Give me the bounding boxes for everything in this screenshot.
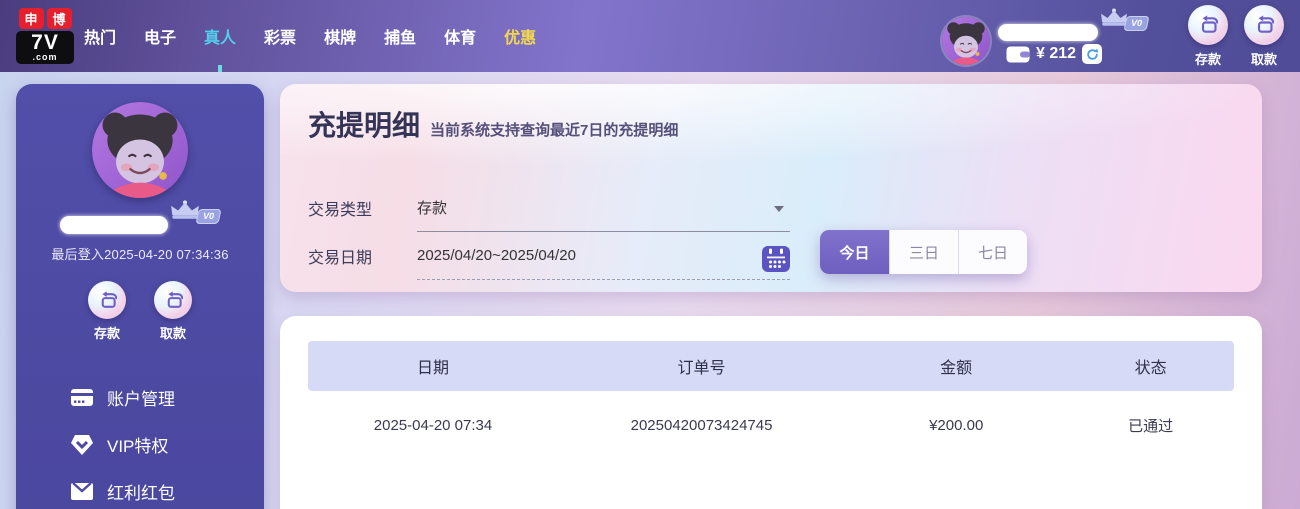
vip-level-badge: V0 <box>1123 16 1150 31</box>
avatar-image <box>92 102 188 198</box>
filters: 交易类型 存款 交易日期 2025/04/20~2025/04/20 <box>308 184 1234 280</box>
deposit-label: 存款 <box>93 326 120 341</box>
transaction-type-row: 交易类型 存款 <box>308 184 1234 232</box>
site-logo[interactable]: 申 博 7V .com <box>16 8 74 64</box>
deposit-button[interactable]: 存款 <box>1188 4 1228 68</box>
cell-order-no: 20250420073424745 <box>630 416 773 434</box>
sidebar-profile: V0 最后登入2025-04-20 07:34:36 存款 取款 <box>16 84 264 342</box>
table-header: 日期 订单号 金额 状态 <box>308 341 1234 391</box>
cell-date: 2025-04-20 07:34 <box>373 416 493 434</box>
quick-range-group: 今日 三日 七日 <box>820 230 1027 274</box>
nav-item-electronic[interactable]: 电子 <box>144 0 176 72</box>
bank-card-icon <box>70 389 94 406</box>
page-title: 充提明细 <box>308 110 421 141</box>
deposit-label: 存款 <box>1194 51 1221 67</box>
sidebar-actions: 存款 取款 <box>16 281 264 342</box>
vip-gem-icon <box>70 434 94 455</box>
sidebar-item-vip-privileges[interactable]: VIP特权 <box>70 421 264 468</box>
page-background: V0 最后登入2025-04-20 07:34:36 存款 取款 账户管理 VI… <box>0 72 1300 509</box>
topbar-user-cluster: V0 ¥ 212 <box>942 7 1162 65</box>
title-row: 充提明细 当前系统支持查询最近7日的充提明细 <box>308 84 1234 144</box>
nav-item-promotions[interactable]: 优惠 <box>504 0 536 72</box>
filter-panel: 充提明细 当前系统支持查询最近7日的充提明细 交易类型 存款 交易日期 2025… <box>280 84 1262 292</box>
withdraw-icon <box>1244 4 1284 45</box>
column-header-amount: 金额 <box>940 360 973 377</box>
wallet-icon <box>1006 46 1030 63</box>
avatar-image <box>942 17 990 65</box>
nav-item-live[interactable]: 真人 <box>204 0 236 72</box>
transaction-type-select[interactable]: 存款 <box>417 184 790 232</box>
sidebar: V0 最后登入2025-04-20 07:34:36 存款 取款 账户管理 VI… <box>16 84 264 509</box>
refresh-balance-icon[interactable] <box>1082 44 1103 64</box>
deposit-button[interactable]: 存款 <box>88 281 126 342</box>
transaction-date-label: 交易日期 <box>308 250 373 267</box>
logo-main-text: 7V <box>31 31 59 54</box>
nav-item-hot[interactable]: 热门 <box>84 0 116 72</box>
logo-box: 7V .com <box>16 31 74 64</box>
range-today-button[interactable]: 今日 <box>820 230 889 274</box>
sidebar-menu: 账户管理 VIP特权 红利红包 <box>16 374 264 509</box>
sidebar-item-bonus-redpacket[interactable]: 红利红包 <box>70 468 264 509</box>
envelope-icon <box>70 483 94 500</box>
main-content: 充提明细 当前系统支持查询最近7日的充提明细 交易类型 存款 交易日期 2025… <box>280 84 1262 509</box>
cell-amount: ¥200.00 <box>929 416 984 434</box>
deposit-icon <box>1188 4 1228 45</box>
withdraw-label: 取款 <box>1250 51 1277 67</box>
balance-amount: ¥ 212 <box>1036 45 1077 62</box>
range-3days-button[interactable]: 三日 <box>889 230 958 274</box>
logo-badges: 申 博 <box>16 8 74 29</box>
nav-item-fishing[interactable]: 捕鱼 <box>384 0 416 72</box>
nav-item-chess[interactable]: 棋牌 <box>324 0 356 72</box>
column-header-date: 日期 <box>417 360 450 377</box>
logo-badge-right: 博 <box>46 8 72 29</box>
page-subtitle: 当前系统支持查询最近7日的充提明细 <box>430 122 679 139</box>
transaction-date-row: 交易日期 2025/04/20~2025/04/20 <box>308 232 1234 280</box>
main-nav: 热门 电子 真人 彩票 棋牌 捕鱼 体育 优惠 <box>84 0 536 72</box>
withdraw-label: 取款 <box>159 326 186 341</box>
topbar-username-row: V0 <box>998 8 1162 41</box>
transaction-type-label: 交易类型 <box>308 202 373 219</box>
calendar-icon[interactable] <box>762 246 790 272</box>
logo-sub-text: .com <box>32 52 58 62</box>
sidebar-item-label: 红利红包 <box>107 484 175 503</box>
column-header-status: 状态 <box>1134 360 1167 377</box>
redacted-username <box>998 24 1098 41</box>
deposit-icon <box>88 281 126 319</box>
withdraw-button[interactable]: 取款 <box>1244 4 1284 68</box>
sidebar-item-account-management[interactable]: 账户管理 <box>70 374 264 421</box>
withdraw-button[interactable]: 取款 <box>154 281 192 342</box>
logo-badge-left: 申 <box>18 8 44 29</box>
column-header-order-no: 订单号 <box>677 360 726 377</box>
nav-item-lottery[interactable]: 彩票 <box>264 0 296 72</box>
chevron-down-icon <box>774 206 784 217</box>
wallet-row: ¥ 212 <box>998 44 1162 64</box>
withdraw-icon <box>154 281 192 319</box>
sidebar-item-label: 账户管理 <box>107 390 175 409</box>
transaction-type-value: 存款 <box>417 200 448 217</box>
avatar[interactable] <box>942 17 990 65</box>
records-panel: 日期 订单号 金额 状态 2025-04-20 07:34 2025042007… <box>280 316 1262 509</box>
range-7days-button[interactable]: 七日 <box>958 230 1027 274</box>
top-navbar: 申 博 7V .com 热门 电子 真人 彩票 棋牌 捕鱼 体育 优惠 V0 ¥… <box>0 0 1300 72</box>
date-range-input[interactable]: 2025/04/20~2025/04/20 <box>417 232 790 280</box>
table-row: 2025-04-20 07:34 20250420073424745 ¥200.… <box>308 391 1234 459</box>
sidebar-item-label: VIP特权 <box>107 437 169 456</box>
nav-item-sports[interactable]: 体育 <box>444 0 476 72</box>
cell-status: 已通过 <box>1128 417 1174 435</box>
last-login-text: 最后登入2025-04-20 07:34:36 <box>51 247 229 262</box>
vip-level-badge: V0 <box>195 209 222 224</box>
topbar-user-info: V0 ¥ 212 <box>998 8 1162 64</box>
sidebar-username-row: V0 <box>16 200 264 234</box>
redacted-username <box>59 216 168 234</box>
date-range-value: 2025/04/20~2025/04/20 <box>417 247 576 264</box>
topbar-actions: 存款 取款 <box>1188 4 1284 68</box>
avatar[interactable] <box>92 102 188 198</box>
